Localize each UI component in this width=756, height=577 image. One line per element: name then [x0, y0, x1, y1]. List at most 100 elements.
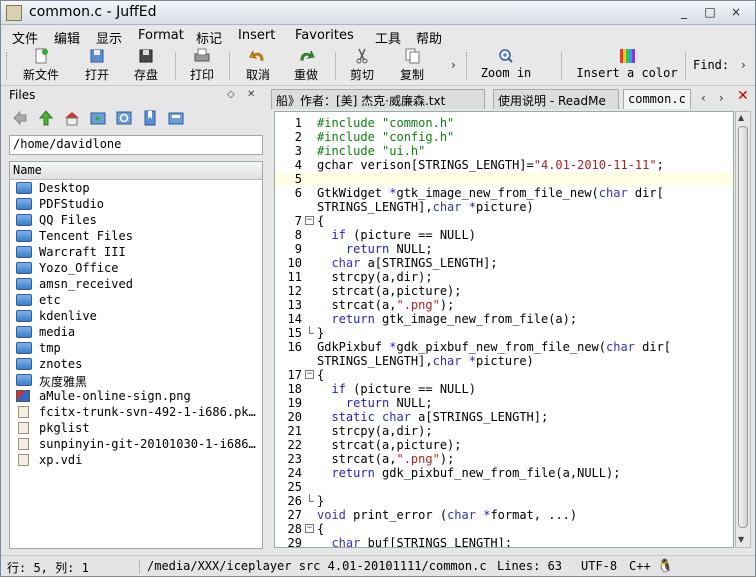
- menu-insert[interactable]: Insert: [238, 28, 275, 43]
- code-line[interactable]: 26}: [275, 494, 733, 508]
- code-line[interactable]: 23 strcat(a,".png");: [275, 452, 733, 466]
- code-line[interactable]: 13 strcat(a,".png");: [275, 298, 733, 312]
- panel-splitter[interactable]: [267, 87, 271, 551]
- code-line[interactable]: 8 if (picture == NULL): [275, 228, 733, 242]
- code-line[interactable]: 3 #include "ui.h": [275, 144, 733, 158]
- file-list-item[interactable]: media: [10, 324, 262, 340]
- code-line[interactable]: 14 return gtk_image_new_from_file(a);: [275, 312, 733, 326]
- save-button[interactable]: 存盘: [129, 48, 163, 84]
- scrollbar-thumb[interactable]: [738, 126, 748, 528]
- redo-button[interactable]: 重做: [289, 48, 323, 84]
- close-tab-icon[interactable]: ✕: [737, 89, 751, 103]
- file-list-item[interactable]: pkglist: [10, 420, 262, 436]
- menu-favorites[interactable]: Favorites: [295, 28, 354, 43]
- float-panel-button[interactable]: ◇: [227, 89, 235, 100]
- home-button[interactable]: [61, 107, 83, 129]
- cut-button[interactable]: 剪切: [345, 48, 379, 84]
- file-list-item[interactable]: tmp: [10, 340, 262, 356]
- code-line[interactable]: STRINGS_LENGTH],char *picture): [275, 200, 733, 214]
- toolbar-grip[interactable]: [6, 52, 9, 80]
- file-list-item[interactable]: kdenlive: [10, 308, 262, 324]
- code-line[interactable]: 11 strcpy(a,dir);: [275, 270, 733, 284]
- code-line[interactable]: 22 strcat(a,picture);: [275, 438, 733, 452]
- file-list-item[interactable]: sunpinyin-git-20101030-1-i686…: [10, 436, 262, 452]
- file-list-item[interactable]: aMule-online-sign.png: [10, 388, 262, 404]
- code-line[interactable]: 4 gchar verison[STRINGS_LENGTH]="4.01-201…: [275, 158, 733, 172]
- maximize-button[interactable]: □: [699, 3, 721, 21]
- tab-prev-button[interactable]: ‹: [701, 91, 706, 105]
- insert-color-button[interactable]: Insert a color: [575, 48, 679, 84]
- menu-view[interactable]: 显示: [96, 28, 122, 47]
- file-list-item[interactable]: 灰度雅黑: [10, 372, 262, 388]
- toolbar-grip[interactable]: [466, 52, 469, 80]
- open-button[interactable]: 打开: [81, 48, 113, 84]
- folder-button[interactable]: [165, 107, 187, 129]
- code-line[interactable]: 15}: [275, 326, 733, 340]
- code-line[interactable]: 5: [275, 172, 733, 186]
- code-line[interactable]: 2 #include "config.h": [275, 130, 733, 144]
- toolbar-overflow[interactable]: ›: [451, 58, 456, 72]
- code-line[interactable]: 17−{: [275, 368, 733, 382]
- language[interactable]: C++: [629, 559, 651, 573]
- code-line[interactable]: 28−{: [275, 522, 733, 536]
- menu-bookmarks[interactable]: 标记: [196, 28, 222, 47]
- fold-marker-icon[interactable]: −: [305, 216, 314, 225]
- file-list-item[interactable]: QQ Files: [10, 212, 262, 228]
- undo-button[interactable]: 取消: [241, 48, 275, 84]
- tab-readme[interactable]: 使用说明 - ReadMe: [493, 89, 619, 109]
- up-button[interactable]: [35, 107, 57, 129]
- code-line[interactable]: 24 return gdk_pixbuf_new_from_file(a,NUL…: [275, 466, 733, 480]
- code-line[interactable]: 12 strcat(a,picture);: [275, 284, 733, 298]
- file-list-item[interactable]: fcitx-trunk-svn-492-1-i686.pk…: [10, 404, 262, 420]
- scroll-up-icon[interactable]: ▲: [738, 113, 744, 122]
- code-line[interactable]: 27 void print_error (char *format, ...): [275, 508, 733, 522]
- fold-marker-icon[interactable]: −: [305, 370, 314, 379]
- tab-common-c[interactable]: common.c: [623, 89, 691, 109]
- code-line[interactable]: 9 return NULL;: [275, 242, 733, 256]
- path-input[interactable]: /home/davidlone: [9, 135, 263, 155]
- go-button[interactable]: [87, 107, 109, 129]
- code-line[interactable]: 7−{: [275, 214, 733, 228]
- file-list-item[interactable]: Warcraft III: [10, 244, 262, 260]
- code-line[interactable]: 20 static char a[STRINGS_LENGTH];: [275, 410, 733, 424]
- tab-novel[interactable]: 船》作者：[美] 杰克·威廉森.txt: [271, 89, 485, 109]
- code-line[interactable]: 25: [275, 480, 733, 494]
- new-file-button[interactable]: 新文件: [17, 48, 65, 84]
- file-list-item[interactable]: Tencent Files: [10, 228, 262, 244]
- code-line[interactable]: STRINGS_LENGTH],char *picture): [275, 354, 733, 368]
- code-line[interactable]: 6 GtkWidget *gtk_image_new_from_file_new(…: [275, 186, 733, 200]
- file-list-item[interactable]: Yozo_Office: [10, 260, 262, 276]
- encoding[interactable]: UTF-8: [581, 559, 617, 573]
- file-list-item[interactable]: etc: [10, 292, 262, 308]
- menu-edit[interactable]: 编辑: [54, 28, 80, 47]
- code-line[interactable]: 29 char buf[STRINGS_LENGTH];: [275, 536, 733, 547]
- minimize-button[interactable]: _: [673, 3, 695, 21]
- close-button[interactable]: ×: [725, 3, 747, 21]
- code-line[interactable]: 18 if (picture == NULL): [275, 382, 733, 396]
- file-list-item[interactable]: znotes: [10, 356, 262, 372]
- code-line[interactable]: 16 GdkPixbuf *gdk_pixbuf_new_from_file_ne…: [275, 340, 733, 354]
- menu-help[interactable]: 帮助: [416, 28, 442, 47]
- file-list-item[interactable]: xp.vdi: [10, 452, 262, 468]
- code-line[interactable]: 1 #include "common.h": [275, 116, 733, 130]
- file-list-item[interactable]: PDFStudio: [10, 196, 262, 212]
- code-line[interactable]: 21 strcpy(a,dir);: [275, 424, 733, 438]
- close-panel-button[interactable]: ✕: [247, 89, 255, 100]
- menu-format[interactable]: Format: [138, 28, 184, 43]
- scroll-down-icon[interactable]: ▼: [738, 535, 744, 544]
- code-line[interactable]: 19 return NULL;: [275, 396, 733, 410]
- vertical-scrollbar[interactable]: ▲ ▼: [735, 111, 751, 548]
- code-editor[interactable]: 1 #include "common.h" 2 #include "config.h"…: [274, 111, 734, 548]
- tab-next-button[interactable]: ›: [719, 91, 724, 105]
- fold-marker-icon[interactable]: −: [305, 524, 314, 533]
- refresh-button[interactable]: [113, 107, 135, 129]
- menu-tools[interactable]: 工具: [375, 28, 401, 47]
- name-column-header[interactable]: Name: [10, 162, 262, 180]
- zoom-in-button[interactable]: Zoom in: [477, 48, 535, 84]
- menu-file[interactable]: 文件: [12, 28, 38, 47]
- toolbar-overflow[interactable]: ›: [741, 58, 746, 72]
- file-list-item[interactable]: Desktop: [10, 180, 262, 196]
- bookmark-button[interactable]: [139, 107, 161, 129]
- copy-button[interactable]: 复制: [395, 48, 429, 84]
- code-line[interactable]: 10 char a[STRINGS_LENGTH];: [275, 256, 733, 270]
